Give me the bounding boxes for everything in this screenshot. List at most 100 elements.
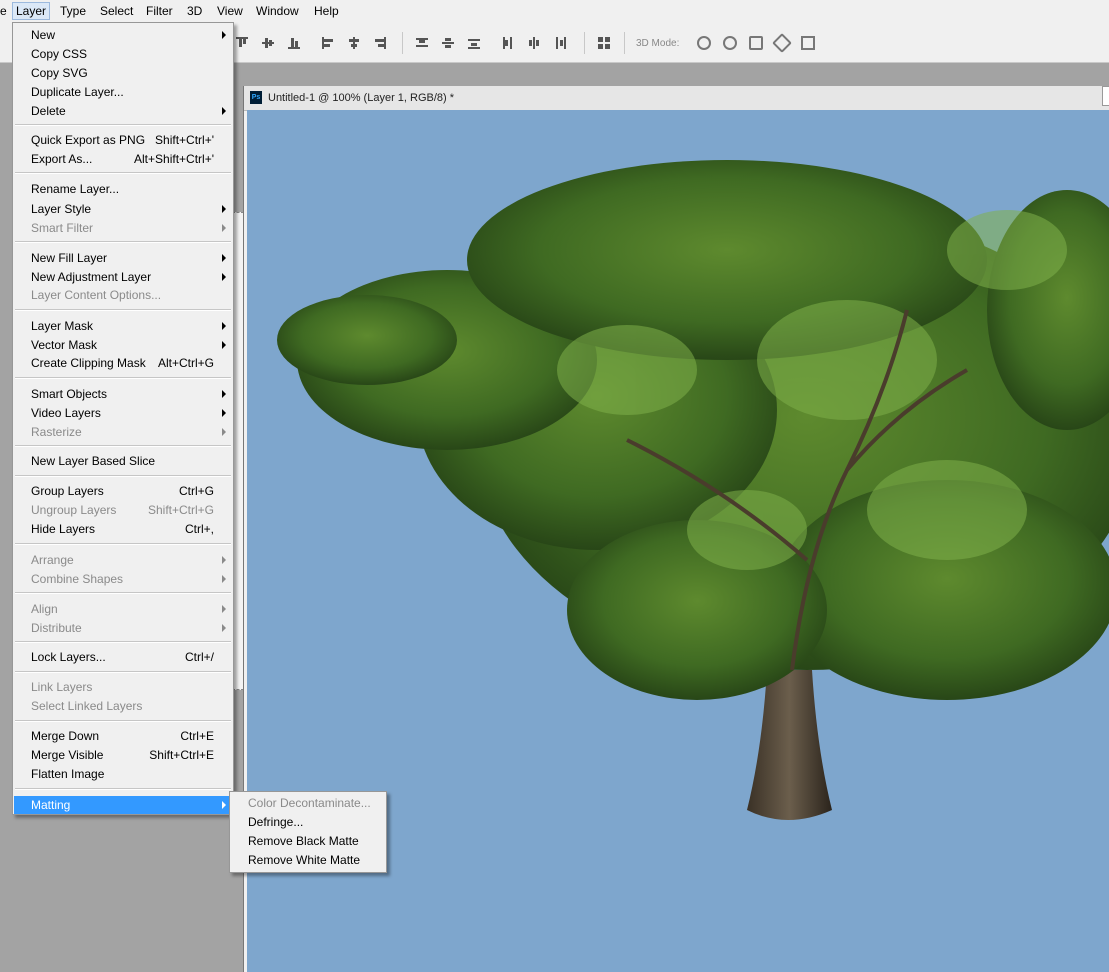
menu-separator: [15, 445, 231, 447]
menu-separator: [15, 641, 231, 643]
menu-separator: [15, 172, 231, 174]
menu-item-smart-objects[interactable]: Smart Objects: [14, 385, 232, 403]
distribute-vertical-centers-icon[interactable]: [442, 37, 454, 49]
menu-separator: [15, 543, 231, 545]
submenu-arrow-icon: [222, 254, 226, 262]
submenu-arrow-icon: [222, 107, 226, 115]
menu-item-delete[interactable]: Delete: [14, 102, 232, 120]
menu-layer[interactable]: Layer: [12, 2, 51, 20]
menu-item-smart-filter[interactable]: Smart Filter: [14, 219, 232, 237]
menu-item-export-as[interactable]: Export As... Alt+Shift+Ctrl+': [14, 150, 232, 168]
menu-item-copy-css[interactable]: Copy CSS: [14, 45, 232, 63]
menu-item-duplicate-layer[interactable]: Duplicate Layer...: [14, 83, 232, 101]
submenu-arrow-icon: [222, 390, 226, 398]
submenu-arrow-icon: [222, 224, 226, 232]
menu-separator: [15, 377, 231, 379]
menu-item-layer-mask[interactable]: Layer Mask: [14, 317, 232, 335]
submenu-arrow-icon: [222, 409, 226, 417]
submenu-arrow-icon: [222, 31, 226, 39]
layer-menu: New Copy CSS Copy SVG Duplicate Layer...…: [12, 22, 234, 815]
align-top-edges-icon[interactable]: [236, 37, 248, 49]
align-left-edges-icon[interactable]: [322, 37, 334, 49]
submenu-arrow-icon: [222, 575, 226, 583]
menu-item-create-clipping-mask[interactable]: Create Clipping Mask Alt+Ctrl+G: [14, 354, 232, 372]
distribute-bottom-edges-icon[interactable]: [468, 37, 480, 49]
menu-filter[interactable]: Filter: [146, 4, 173, 18]
menu-item-rasterize[interactable]: Rasterize: [14, 423, 232, 441]
menu-item-flatten-image[interactable]: Flatten Image: [14, 765, 232, 783]
menu-separator: [15, 788, 231, 790]
menu-item-copy-svg[interactable]: Copy SVG: [14, 64, 232, 82]
submenu-item-defringe[interactable]: Defringe...: [231, 813, 385, 831]
menu-separator: [15, 475, 231, 477]
3d-pan-icon[interactable]: [749, 36, 763, 50]
photoshop-logo-icon: Ps: [250, 91, 262, 104]
menu-item-select-linked-layers[interactable]: Select Linked Layers: [14, 697, 232, 715]
toolbar-divider: [624, 32, 625, 54]
menu-separator: [15, 720, 231, 722]
menu-separator: [15, 124, 231, 126]
menu-item-matting[interactable]: Matting: [14, 796, 232, 814]
menu-type[interactable]: Type: [60, 4, 86, 18]
document-tab[interactable]: Ps Untitled-1 @ 100% (Layer 1, RGB/8) *: [244, 86, 1109, 111]
scrollbar-corner[interactable]: [1102, 86, 1109, 106]
menu-item-video-layers[interactable]: Video Layers: [14, 404, 232, 422]
distribute-left-edges-icon[interactable]: [502, 37, 514, 49]
menu-item-arrange[interactable]: Arrange: [14, 551, 232, 569]
align-horizontal-centers-icon[interactable]: [348, 37, 360, 49]
submenu-item-color-decontaminate[interactable]: Color Decontaminate...: [231, 794, 385, 812]
menu-item-ungroup-layers[interactable]: Ungroup Layers Shift+Ctrl+G: [14, 501, 232, 519]
distribute-top-edges-icon[interactable]: [416, 37, 428, 49]
menu-item-link-layers[interactable]: Link Layers: [14, 678, 232, 696]
distribute-right-edges-icon[interactable]: [554, 37, 566, 49]
submenu-arrow-icon: [222, 801, 226, 809]
menu-edit[interactable]: e: [0, 4, 7, 18]
submenu-item-remove-black-matte[interactable]: Remove Black Matte: [231, 832, 385, 850]
menu-window[interactable]: Window: [256, 4, 299, 18]
menu-bar: e Layer Type Select Filter 3D View Windo…: [0, 0, 1109, 22]
submenu-arrow-icon: [222, 273, 226, 281]
menu-item-merge-visible[interactable]: Merge Visible Shift+Ctrl+E: [14, 746, 232, 764]
toolbar-divider: [402, 32, 403, 54]
3d-orbit-icon[interactable]: [697, 36, 711, 50]
menu-item-group-layers[interactable]: Group Layers Ctrl+G: [14, 482, 232, 500]
menu-item-align[interactable]: Align: [14, 600, 232, 618]
menu-item-merge-down[interactable]: Merge Down Ctrl+E: [14, 727, 232, 745]
menu-item-vector-mask[interactable]: Vector Mask: [14, 336, 232, 354]
auto-align-layers-icon[interactable]: [598, 37, 610, 49]
align-right-edges-icon[interactable]: [374, 37, 386, 49]
menu-item-layer-content-options[interactable]: Layer Content Options...: [14, 286, 232, 304]
menu-item-distribute[interactable]: Distribute: [14, 619, 232, 637]
menu-item-new-adjustment-layer[interactable]: New Adjustment Layer: [14, 268, 232, 286]
menu-item-layer-style[interactable]: Layer Style: [14, 200, 232, 218]
submenu-arrow-icon: [222, 556, 226, 564]
submenu-arrow-icon: [222, 205, 226, 213]
menu-item-hide-layers[interactable]: Hide Layers Ctrl+,: [14, 520, 232, 538]
3d-slide-icon[interactable]: [772, 33, 792, 53]
matting-submenu: Color Decontaminate... Defringe... Remov…: [229, 791, 387, 873]
document-title: Untitled-1 @ 100% (Layer 1, RGB/8) *: [268, 92, 455, 104]
distribute-horizontal-centers-icon[interactable]: [528, 37, 540, 49]
menu-help[interactable]: Help: [314, 4, 339, 18]
submenu-arrow-icon: [222, 322, 226, 330]
menu-select[interactable]: Select: [100, 4, 133, 18]
menu-separator: [15, 241, 231, 243]
menu-item-lock-layers[interactable]: Lock Layers... Ctrl+/: [14, 648, 232, 666]
menu-item-combine-shapes[interactable]: Combine Shapes: [14, 570, 232, 588]
menu-item-new-layer-based-slice[interactable]: New Layer Based Slice: [14, 452, 232, 470]
submenu-arrow-icon: [222, 605, 226, 613]
menu-separator: [15, 309, 231, 311]
3d-roll-icon[interactable]: [723, 36, 737, 50]
menu-view[interactable]: View: [217, 4, 243, 18]
menu-item-new-fill-layer[interactable]: New Fill Layer: [14, 249, 232, 267]
align-vertical-centers-icon[interactable]: [262, 37, 274, 49]
3d-mode-label: 3D Mode:: [636, 38, 680, 49]
align-bottom-edges-icon[interactable]: [288, 37, 300, 49]
submenu-item-remove-white-matte[interactable]: Remove White Matte: [231, 851, 385, 869]
menu-item-quick-export[interactable]: Quick Export as PNG Shift+Ctrl+': [14, 131, 232, 149]
menu-item-rename-layer[interactable]: Rename Layer...: [14, 180, 232, 198]
3d-scale-icon[interactable]: [801, 36, 815, 50]
submenu-arrow-icon: [222, 428, 226, 436]
menu-3d[interactable]: 3D: [187, 4, 202, 18]
menu-item-new[interactable]: New: [14, 26, 232, 44]
